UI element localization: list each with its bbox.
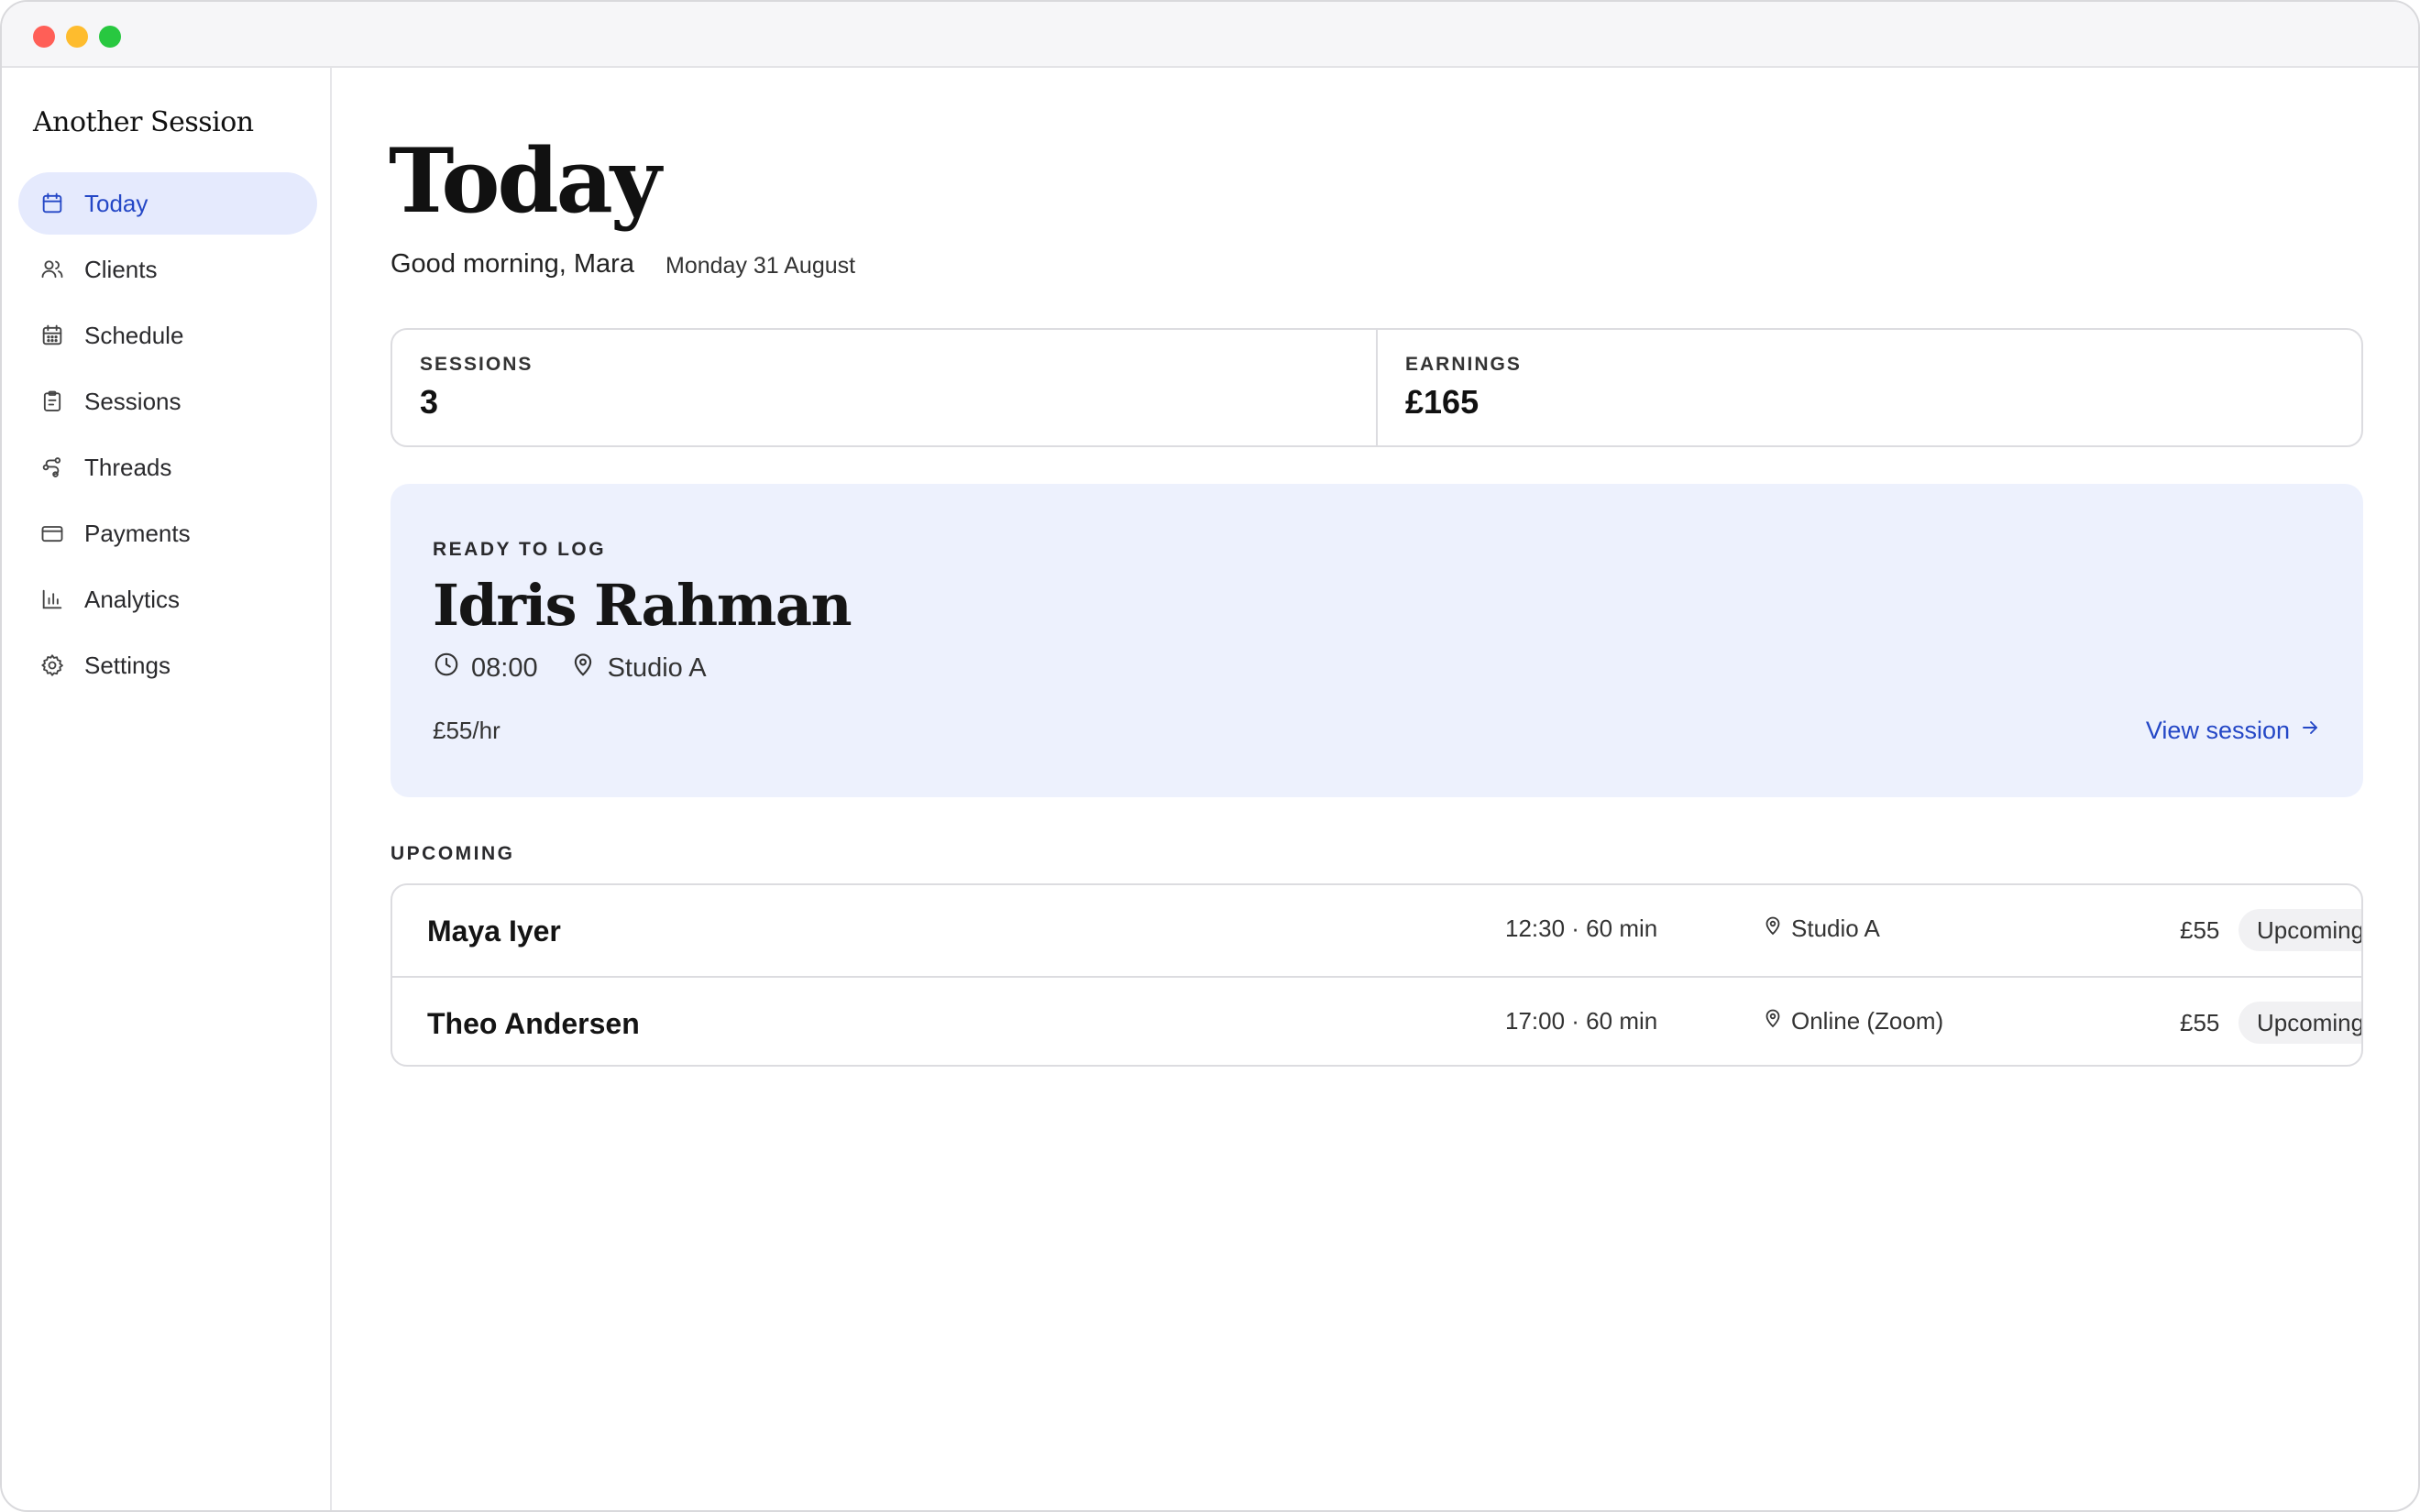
card-icon [38,520,66,547]
list-item[interactable]: Theo Andersen 17:00 · 60 min Online (Zoo… [392,976,2361,1065]
session-location: Online (Zoom) [1762,1007,1943,1035]
current-date: Monday 31 August [666,253,856,279]
session-location: Studio A [1762,915,1880,943]
greeting-text: Good morning, Mara [390,249,634,279]
app-window: Another Session Today Clients Schedule S… [0,0,2420,1512]
minimize-window-button[interactable] [66,26,88,48]
view-session-link[interactable]: View session [2146,717,2321,745]
session-location-label: Studio A [1791,915,1880,942]
app-brand: Another Session [33,106,254,138]
sidebar-item-label: Sessions [84,387,182,415]
calendar-icon [38,190,66,217]
session-price: £55 [2180,916,2220,944]
session-price: £55 [2180,1009,2220,1036]
sidebar-item-label: Today [84,189,148,217]
zoom-window-button[interactable] [99,26,121,48]
title-bar [2,2,2418,68]
clipboard-icon [38,388,66,415]
ready-client-name: Idris Rahman [433,572,852,639]
sidebar-item-threads[interactable]: Threads [18,436,317,499]
list-item[interactable]: Maya Iyer 12:30 · 60 min Studio A £55 Up… [392,885,2361,976]
status-badge: Upcoming [2238,909,2361,951]
client-name: Maya Iyer [427,915,561,948]
sidebar-item-label: Schedule [84,321,184,349]
session-location-label: Online (Zoom) [1791,1007,1944,1035]
sidebar-item-payments[interactable]: Payments [18,502,317,564]
session-time: 12:30 · 60 min [1505,915,1658,942]
stats-card: SESSIONS 3 EARNINGS £165 [390,328,2363,447]
sidebar-item-schedule[interactable]: Schedule [18,304,317,367]
upcoming-section-label: UPCOMING [390,843,515,864]
location-pin-icon [569,651,597,685]
sidebar: Another Session Today Clients Schedule S… [2,68,332,1510]
sidebar-item-label: Clients [84,255,158,283]
earnings-stat-label: EARNINGS [1405,354,1522,375]
sidebar-item-label: Analytics [84,585,181,613]
sidebar-nav: Today Clients Schedule Sessions Threads … [18,172,317,700]
ready-session-meta: 08:00 Studio A [433,651,707,685]
close-window-button[interactable] [33,26,55,48]
sidebar-item-today[interactable]: Today [18,172,317,235]
sessions-stat: SESSIONS 3 [392,330,1376,445]
ready-session-rate: £55/hr [433,717,500,744]
bar-chart-icon [38,586,66,613]
page-title: Today [389,129,662,233]
sidebar-item-settings[interactable]: Settings [18,634,317,696]
earnings-stat-value: £165 [1405,383,1480,421]
threads-icon [38,454,66,481]
ready-to-log-card: READY TO LOG Idris Rahman 08:00 Studio A… [390,484,2363,797]
status-badge: Upcoming [2238,1002,2361,1044]
sessions-stat-value: 3 [420,383,439,421]
sidebar-item-label: Payments [84,519,191,547]
ready-session-time: 08:00 [471,652,538,683]
sessions-stat-label: SESSIONS [420,354,534,375]
client-name: Theo Andersen [427,1007,640,1040]
sidebar-item-sessions[interactable]: Sessions [18,370,317,433]
sidebar-item-label: Settings [84,651,170,679]
earnings-stat: EARNINGS £165 [1376,330,2361,445]
upcoming-list: Maya Iyer 12:30 · 60 min Studio A £55 Up… [390,883,2363,1067]
users-icon [38,256,66,283]
location-pin-icon [1762,1007,1791,1035]
gear-icon [38,652,66,679]
location-pin-icon [1762,915,1791,943]
arrow-right-icon [2290,717,2321,745]
main-content: Today Good morning, Mara Monday 31 Augus… [334,68,2418,1510]
sidebar-item-clients[interactable]: Clients [18,238,317,301]
view-session-label: View session [2145,717,2290,744]
ready-to-log-label: READY TO LOG [433,539,607,560]
sidebar-item-analytics[interactable]: Analytics [18,568,317,630]
ready-session-location: Studio A [607,652,707,683]
clock-icon [433,651,460,685]
session-time: 17:00 · 60 min [1505,1007,1658,1035]
sidebar-item-label: Threads [84,453,172,481]
calendar-grid-icon [38,322,66,349]
